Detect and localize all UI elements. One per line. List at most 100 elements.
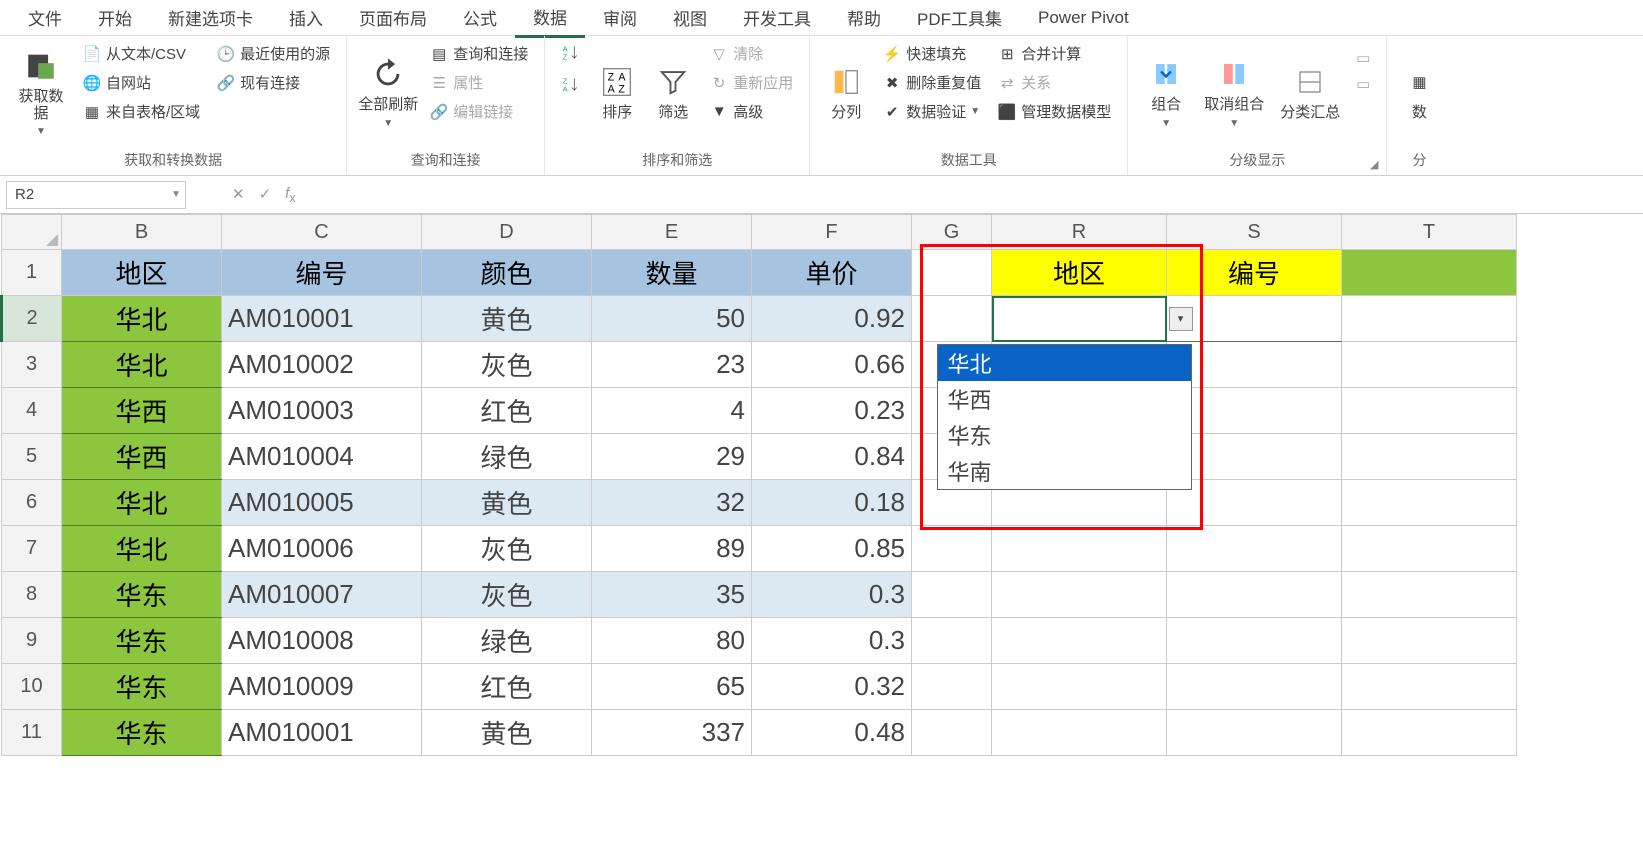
cell-G8[interactable] (912, 572, 992, 618)
row-header-5[interactable]: 5 (2, 434, 62, 480)
row-header-4[interactable]: 4 (2, 388, 62, 434)
cell-C8[interactable]: AM010007 (222, 572, 422, 618)
col-header-B[interactable]: B (62, 215, 222, 250)
cell-D11[interactable]: 黄色 (422, 710, 592, 756)
from-table-button[interactable]: ▦来自表格/区域 (78, 98, 204, 125)
cell-E4[interactable]: 4 (592, 388, 752, 434)
cell-B3[interactable]: 华北 (62, 342, 222, 388)
cell-F7[interactable]: 0.85 (752, 526, 912, 572)
cell-D2[interactable]: 黄色 (422, 296, 592, 342)
tab-home[interactable]: 开始 (80, 0, 150, 36)
from-web-button[interactable]: 🌐自网站 (78, 69, 204, 96)
table-header-c[interactable]: 编号 (222, 250, 422, 296)
cell-B2[interactable]: 华北 (62, 296, 222, 342)
cell-G9[interactable] (912, 618, 992, 664)
cell-D8[interactable]: 灰色 (422, 572, 592, 618)
tab-pdf[interactable]: PDF工具集 (899, 0, 1020, 36)
queries-connections-button[interactable]: ▤查询和连接 (425, 40, 532, 67)
cell-F5[interactable]: 0.84 (752, 434, 912, 480)
recent-sources-button[interactable]: 🕒最近使用的源 (212, 40, 334, 67)
cell-T3[interactable] (1342, 342, 1517, 388)
col-header-E[interactable]: E (592, 215, 752, 250)
cell-S4[interactable] (1167, 388, 1342, 434)
cell-T5[interactable] (1342, 434, 1517, 480)
cell-F2[interactable]: 0.92 (752, 296, 912, 342)
cell-E10[interactable]: 65 (592, 664, 752, 710)
cell-E11[interactable]: 337 (592, 710, 752, 756)
cell-D3[interactable]: 灰色 (422, 342, 592, 388)
cell-G10[interactable] (912, 664, 992, 710)
cell-F6[interactable]: 0.18 (752, 480, 912, 526)
clear-filter-button[interactable]: ▽清除 (705, 40, 797, 67)
advanced-filter-button[interactable]: ▼高级 (705, 98, 797, 125)
enter-icon[interactable]: ✓ (259, 185, 272, 205)
cell-S10[interactable] (1167, 664, 1342, 710)
flash-fill-button[interactable]: ⚡快速填充 (878, 40, 985, 67)
cell-B7[interactable]: 华北 (62, 526, 222, 572)
cell-E2[interactable]: 50 (592, 296, 752, 342)
from-text-csv-button[interactable]: 📄从文本/CSV (78, 40, 204, 67)
lookup-header-s[interactable]: 编号 (1167, 250, 1342, 296)
cell-T2[interactable] (1342, 296, 1517, 342)
cell-T9[interactable] (1342, 618, 1517, 664)
cell-G1[interactable] (912, 250, 992, 296)
relationships-button[interactable]: ⇄关系 (993, 69, 1115, 96)
filter-button[interactable]: 筛选 (649, 40, 697, 145)
tab-help[interactable]: 帮助 (829, 0, 899, 36)
cell-C11[interactable]: AM010001 (222, 710, 422, 756)
cell-R10[interactable] (992, 664, 1167, 710)
cell-R11[interactable] (992, 710, 1167, 756)
edit-links-button[interactable]: 🔗编辑链接 (425, 98, 532, 125)
cell-T8[interactable] (1342, 572, 1517, 618)
lookup-header-r[interactable]: 地区 (992, 250, 1167, 296)
cell-B6[interactable]: 华北 (62, 480, 222, 526)
subtotal-button[interactable]: 分类汇总 (1276, 40, 1344, 145)
cell-T6[interactable] (1342, 480, 1517, 526)
dialog-launcher-icon[interactable]: ◢ (1370, 158, 1378, 171)
sort-asc-button[interactable]: AZ (557, 40, 585, 66)
validation-dropdown-button[interactable]: ▾ (1169, 307, 1193, 331)
cell-F3[interactable]: 0.66 (752, 342, 912, 388)
cell-R8[interactable] (992, 572, 1167, 618)
data-model-button[interactable]: ⬛管理数据模型 (993, 98, 1115, 125)
cell-E7[interactable]: 89 (592, 526, 752, 572)
cell-C10[interactable]: AM010009 (222, 664, 422, 710)
sort-desc-button[interactable]: ZA (557, 72, 585, 98)
select-all-corner[interactable] (2, 215, 62, 250)
cell-F8[interactable]: 0.3 (752, 572, 912, 618)
cell-B5[interactable]: 华西 (62, 434, 222, 480)
tab-review[interactable]: 审阅 (585, 0, 655, 36)
col-header-G[interactable]: G (912, 215, 992, 250)
row-header-9[interactable]: 9 (2, 618, 62, 664)
dropdown-option-1[interactable]: 华西 (938, 381, 1191, 417)
row-header-6[interactable]: 6 (2, 480, 62, 526)
cell-C6[interactable]: AM010005 (222, 480, 422, 526)
hide-detail-button[interactable]: ▭ (1352, 72, 1374, 96)
properties-button[interactable]: ☰属性 (425, 69, 532, 96)
cell-B4[interactable]: 华西 (62, 388, 222, 434)
text-to-columns-button[interactable]: 分列 (822, 40, 870, 145)
cell-B9[interactable]: 华东 (62, 618, 222, 664)
cell-S3[interactable] (1167, 342, 1342, 388)
reapply-button[interactable]: ↻重新应用 (705, 69, 797, 96)
cell-T7[interactable] (1342, 526, 1517, 572)
cell-D9[interactable]: 绿色 (422, 618, 592, 664)
col-header-F[interactable]: F (752, 215, 912, 250)
cell-R7[interactable] (992, 526, 1167, 572)
chevron-down-icon[interactable]: ▼ (171, 189, 181, 200)
table-header-d[interactable]: 颜色 (422, 250, 592, 296)
cell-F9[interactable]: 0.3 (752, 618, 912, 664)
dropdown-option-0[interactable]: 华北 (938, 345, 1191, 381)
cell-E5[interactable]: 29 (592, 434, 752, 480)
dropdown-option-2[interactable]: 华东 (938, 417, 1191, 453)
consolidate-button[interactable]: ⊞合并计算 (993, 40, 1115, 67)
cell-C2[interactable]: AM010001 (222, 296, 422, 342)
cell-C7[interactable]: AM010006 (222, 526, 422, 572)
cell-E3[interactable]: 23 (592, 342, 752, 388)
cancel-icon[interactable]: ✕ (232, 185, 245, 205)
row-header-11[interactable]: 11 (2, 710, 62, 756)
row-header-8[interactable]: 8 (2, 572, 62, 618)
tab-formula[interactable]: 公式 (445, 0, 515, 36)
row-header-7[interactable]: 7 (2, 526, 62, 572)
data-validation-button[interactable]: ✔数据验证▼ (878, 98, 985, 125)
